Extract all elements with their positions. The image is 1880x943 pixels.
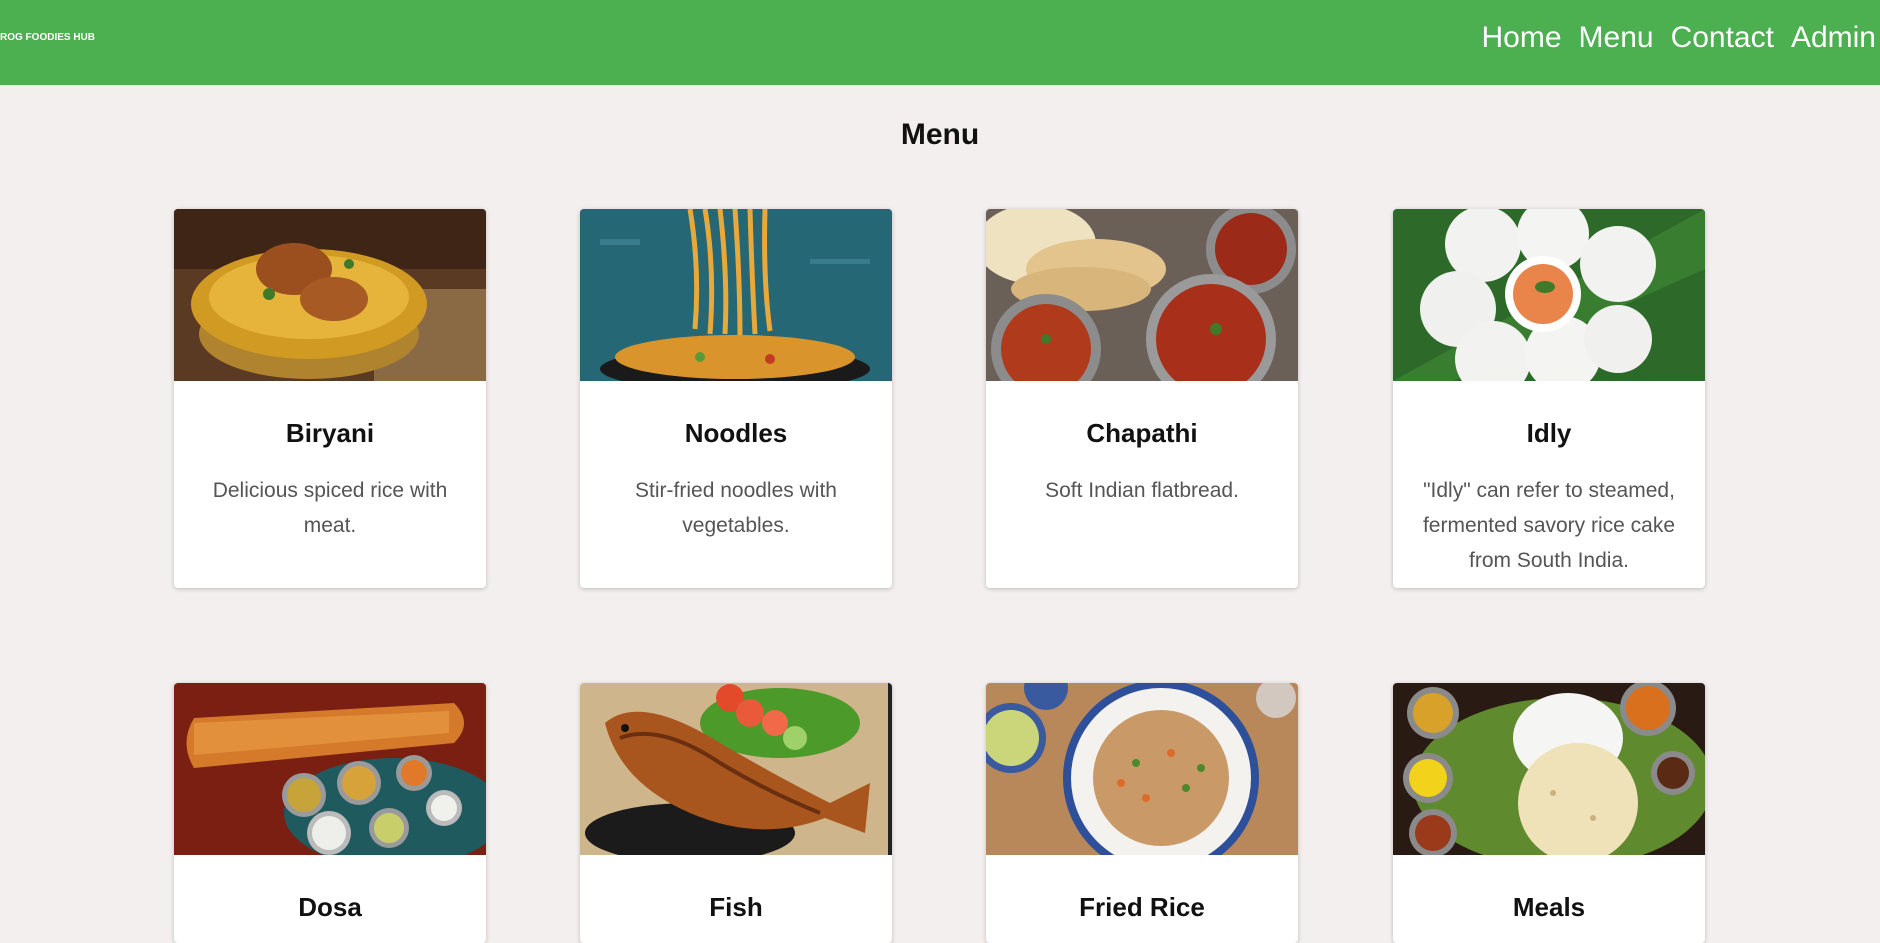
idly-image bbox=[1393, 209, 1705, 381]
menu-card-noodles[interactable]: Noodles Stir-fried noodles with vegetabl… bbox=[580, 209, 892, 588]
brand-logo-text[interactable]: ROG FOODIES HUB bbox=[0, 32, 95, 43]
page-title: Menu bbox=[900, 118, 980, 151]
item-name: Biryani bbox=[285, 418, 375, 448]
dosa-image bbox=[174, 683, 486, 855]
menu-card-fish[interactable]: Fish bbox=[580, 683, 892, 943]
nav-link-admin[interactable]: Admin bbox=[1791, 21, 1876, 55]
item-description: Soft Indian flatbread. bbox=[1045, 479, 1239, 502]
menu-card-biryani[interactable]: Biryani Delicious spiced rice with meat. bbox=[174, 209, 486, 588]
menu-card-fried-rice[interactable]: Fried Rice bbox=[986, 683, 1298, 943]
item-name: Noodles bbox=[684, 418, 788, 448]
noodles-image bbox=[580, 209, 892, 381]
nav-link-home[interactable]: Home bbox=[1481, 21, 1561, 55]
item-name: Dosa bbox=[298, 892, 362, 922]
fish-image bbox=[580, 683, 892, 855]
nav-link-menu[interactable]: Menu bbox=[1579, 21, 1654, 55]
item-name: Chapathi bbox=[1086, 418, 1198, 448]
item-description: Delicious spiced rice with meat. bbox=[212, 479, 448, 537]
menu-card-meals[interactable]: Meals bbox=[1393, 683, 1705, 943]
fried-rice-image bbox=[986, 683, 1298, 855]
chapathi-image bbox=[986, 209, 1298, 381]
item-name: Fish bbox=[709, 892, 763, 922]
menu-card-dosa[interactable]: Dosa bbox=[174, 683, 486, 943]
site-header: ROG FOODIES HUB Home Menu Contact Admin bbox=[0, 0, 1880, 85]
meals-image bbox=[1393, 683, 1705, 855]
item-description: "Idly" can refer to steamed, fermented s… bbox=[1422, 479, 1676, 572]
item-name: Idly bbox=[1526, 418, 1572, 448]
main-nav: Home Menu Contact Admin bbox=[1464, 0, 1876, 76]
biryani-image bbox=[174, 209, 486, 381]
item-description: Stir-fried noodles with vegetables. bbox=[635, 479, 837, 537]
item-name: Meals bbox=[1512, 892, 1586, 922]
menu-card-idly[interactable]: Idly "Idly" can refer to steamed, fermen… bbox=[1393, 209, 1705, 588]
menu-card-chapathi[interactable]: Chapathi Soft Indian flatbread. bbox=[986, 209, 1298, 588]
nav-link-contact[interactable]: Contact bbox=[1671, 21, 1774, 55]
item-name: Fried Rice bbox=[1079, 892, 1205, 922]
